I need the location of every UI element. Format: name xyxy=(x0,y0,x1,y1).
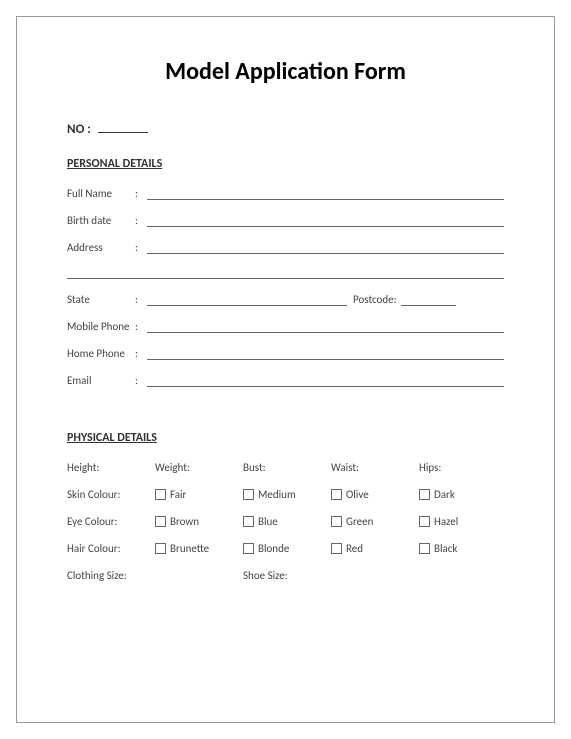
eye-blue-label: Blue xyxy=(258,515,278,528)
skin-olive-cell[interactable]: Olive xyxy=(331,488,419,501)
email-input[interactable] xyxy=(147,376,504,387)
checkbox-icon xyxy=(155,516,166,527)
bust-label: Bust: xyxy=(243,461,331,474)
personal-details-heading: PERSONAL DETAILS xyxy=(67,157,504,171)
skin-fair-cell[interactable]: Fair xyxy=(155,488,243,501)
hips-label: Hips: xyxy=(419,461,507,474)
home-phone-label: Home Phone xyxy=(67,347,135,360)
address-label: Address xyxy=(67,241,135,254)
skin-colour-row: Skin Colour: Fair Medium Olive Dark xyxy=(67,488,504,501)
hair-red-cell[interactable]: Red xyxy=(331,542,419,555)
checkbox-icon xyxy=(155,489,166,500)
eye-colour-label: Eye Colour: xyxy=(67,515,155,528)
form-title: Model Application Form xyxy=(67,57,504,86)
home-phone-row: Home Phone : xyxy=(67,347,504,360)
home-phone-input[interactable] xyxy=(147,349,504,360)
hair-black-label: Black xyxy=(434,542,457,555)
waist-label: Waist: xyxy=(331,461,419,474)
checkbox-icon xyxy=(331,543,342,554)
colon: : xyxy=(135,241,147,254)
eye-brown-cell[interactable]: Brown xyxy=(155,515,243,528)
birth-date-input[interactable] xyxy=(147,216,504,227)
eye-blue-cell[interactable]: Blue xyxy=(243,515,331,528)
size-row: Clothing Size: Shoe Size: xyxy=(67,569,504,582)
colon: : xyxy=(135,374,147,387)
eye-green-label: Green xyxy=(346,515,373,528)
clothing-size-label: Clothing Size: xyxy=(67,569,155,582)
hair-red-label: Red xyxy=(346,542,363,555)
colon: : xyxy=(135,347,147,360)
shoe-size-label: Shoe Size: xyxy=(243,569,331,582)
postcode-label: Postcode: xyxy=(353,293,397,306)
skin-dark-cell[interactable]: Dark xyxy=(419,488,507,501)
hair-colour-row: Hair Colour: Brunette Blonde Red Black xyxy=(67,542,504,555)
checkbox-icon xyxy=(155,543,166,554)
checkbox-icon xyxy=(419,543,430,554)
address-input-line1[interactable] xyxy=(147,243,504,254)
no-input-line[interactable] xyxy=(98,132,148,133)
colon: : xyxy=(135,187,147,200)
eye-colour-row: Eye Colour: Brown Blue Green Hazel xyxy=(67,515,504,528)
mobile-phone-label: Mobile Phone xyxy=(67,320,135,333)
skin-fair-label: Fair xyxy=(170,488,186,501)
measurements-row: Height: Weight: Bust: Waist: Hips: xyxy=(67,461,504,474)
skin-medium-cell[interactable]: Medium xyxy=(243,488,331,501)
hair-black-cell[interactable]: Black xyxy=(419,542,507,555)
address-input-line2[interactable] xyxy=(67,268,504,279)
checkbox-icon xyxy=(419,489,430,500)
colon: : xyxy=(135,320,147,333)
state-input[interactable] xyxy=(147,295,347,306)
skin-medium-label: Medium xyxy=(258,488,296,501)
eye-hazel-label: Hazel xyxy=(434,515,458,528)
email-row: Email : xyxy=(67,374,504,387)
full-name-row: Full Name : xyxy=(67,187,504,200)
eye-hazel-cell[interactable]: Hazel xyxy=(419,515,507,528)
eye-brown-label: Brown xyxy=(170,515,199,528)
skin-colour-label: Skin Colour: xyxy=(67,488,155,501)
birth-date-row: Birth date : xyxy=(67,214,504,227)
birth-date-label: Birth date xyxy=(67,214,135,227)
email-label: Email xyxy=(67,374,135,387)
checkbox-icon xyxy=(243,516,254,527)
full-name-label: Full Name xyxy=(67,187,135,200)
checkbox-icon xyxy=(243,543,254,554)
skin-olive-label: Olive xyxy=(346,488,369,501)
checkbox-icon xyxy=(331,489,342,500)
address-row: Address : xyxy=(67,241,504,254)
checkbox-icon xyxy=(331,516,342,527)
hair-blonde-label: Blonde xyxy=(258,542,289,555)
no-label: NO : xyxy=(67,122,91,137)
postcode-input[interactable] xyxy=(401,295,456,306)
page-border: Model Application Form NO : PERSONAL DET… xyxy=(16,16,555,723)
state-label: State xyxy=(67,293,135,306)
hair-brunette-label: Brunette xyxy=(170,542,209,555)
weight-label: Weight: xyxy=(155,461,243,474)
hair-brunette-cell[interactable]: Brunette xyxy=(155,542,243,555)
full-name-input[interactable] xyxy=(147,189,504,200)
skin-dark-label: Dark xyxy=(434,488,455,501)
physical-details-heading: PHYSICAL DETAILS xyxy=(67,431,504,445)
checkbox-icon xyxy=(243,489,254,500)
no-field: NO : xyxy=(67,122,504,137)
mobile-phone-row: Mobile Phone : xyxy=(67,320,504,333)
hair-colour-label: Hair Colour: xyxy=(67,542,155,555)
hair-blonde-cell[interactable]: Blonde xyxy=(243,542,331,555)
mobile-phone-input[interactable] xyxy=(147,322,504,333)
colon: : xyxy=(135,293,147,306)
state-postcode-row: State : Postcode: xyxy=(67,293,504,306)
colon: : xyxy=(135,214,147,227)
height-label: Height: xyxy=(67,461,155,474)
checkbox-icon xyxy=(419,516,430,527)
eye-green-cell[interactable]: Green xyxy=(331,515,419,528)
